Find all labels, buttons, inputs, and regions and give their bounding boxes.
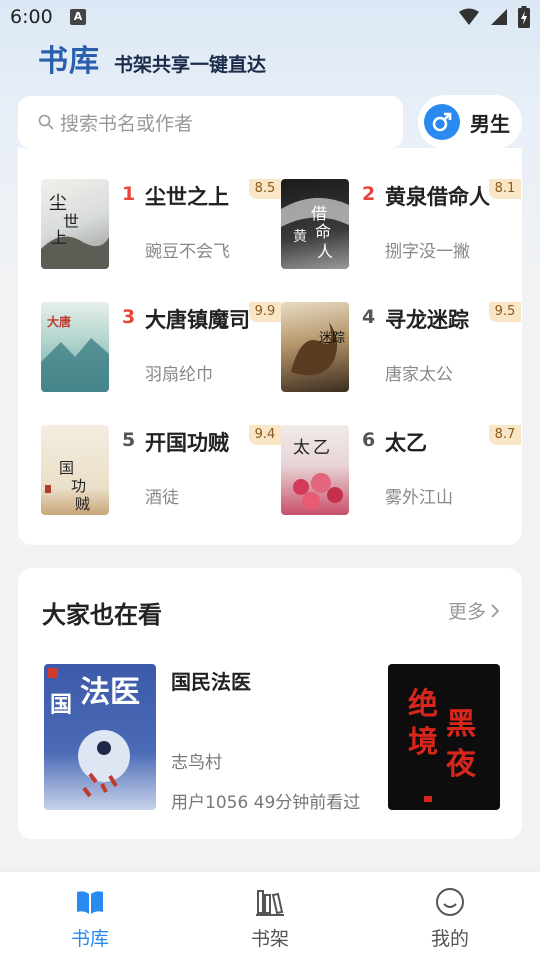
book-author: 唐家太公 xyxy=(385,365,453,385)
search-icon xyxy=(38,114,54,130)
male-symbol-icon xyxy=(424,104,460,140)
svg-text:借: 借 xyxy=(311,204,327,223)
rank-number: 5 xyxy=(122,429,136,451)
status-icons xyxy=(458,6,530,28)
score-badge: 8.7 xyxy=(489,425,521,445)
page-title: 书库 xyxy=(38,44,100,79)
also-reading-card: 大家也在看 更多 国法医 国民法医 志鸟村 用户1056 49分钟前看过 绝 黑… xyxy=(18,568,522,839)
svg-text:人: 人 xyxy=(317,242,333,261)
smiley-face-icon xyxy=(436,888,464,916)
book-author: 豌豆不会飞 xyxy=(145,242,230,262)
book-cover: 借命黄人 xyxy=(281,179,349,269)
rank-item-3[interactable]: 大唐 9.9 3 大唐镇魔司 羽扇纶巾 xyxy=(41,302,281,397)
book-title: 尘世之上 xyxy=(145,185,229,209)
ranking-card: 尘世上 8.5 1 尘世之上 豌豆不会飞 借命黄人 8.1 2 黄泉借命人 捌字… xyxy=(18,148,522,545)
rank-item-5[interactable]: 国功贼 9.4 5 开国功贼 酒徒 xyxy=(41,425,281,520)
svg-text:尘: 尘 xyxy=(49,193,67,214)
featured-book-meta: 用户1056 49分钟前看过 xyxy=(171,793,361,813)
side-book-cover-art: 绝 黑 境 夜 xyxy=(408,687,477,802)
rank-item-2[interactable]: 借命黄人 8.1 2 黄泉借命人 捌字没一撇 xyxy=(281,179,521,274)
book-cover: 大唐 xyxy=(41,302,109,392)
svg-text:夜: 夜 xyxy=(445,747,477,782)
rank-number: 6 xyxy=(362,429,376,451)
nav-label: 书库 xyxy=(70,928,109,950)
svg-text:绝: 绝 xyxy=(408,687,438,722)
nav-label: 我的 xyxy=(430,928,469,950)
nav-item-profile[interactable]: 我的 xyxy=(390,872,510,960)
featured-book-cover[interactable]: 国法医 xyxy=(44,664,156,810)
featured-book-author: 志鸟村 xyxy=(171,753,222,773)
book-author: 捌字没一撇 xyxy=(385,242,470,262)
bookshelf-icon xyxy=(256,890,284,916)
svg-text:乙: 乙 xyxy=(313,438,330,458)
book-cover: 迷踪 xyxy=(281,302,349,392)
book-title: 大唐镇魔司 xyxy=(145,308,250,332)
more-label: 更多 xyxy=(447,601,486,623)
score-badge: 9.9 xyxy=(249,302,281,322)
svg-text:国: 国 xyxy=(59,459,74,477)
rank-item-6[interactable]: 太乙 8.7 6 太乙 雾外江山 xyxy=(281,425,521,520)
book-cover: 太乙 xyxy=(281,425,349,515)
rank-item-4[interactable]: 迷踪 9.5 4 寻龙迷踪 唐家太公 xyxy=(281,302,521,397)
book-author: 雾外江山 xyxy=(385,488,453,508)
chevron-right-icon xyxy=(491,603,500,618)
svg-text:功: 功 xyxy=(71,477,86,495)
book-open-icon xyxy=(77,891,103,914)
featured-book-title[interactable]: 国民法医 xyxy=(171,666,251,695)
search-input[interactable]: 搜索书名或作者 xyxy=(18,96,403,148)
book-title: 开国功贼 xyxy=(145,431,229,455)
signal-icon xyxy=(491,9,507,25)
book-title: 黄泉借命人 xyxy=(385,185,490,209)
score-badge: 8.5 xyxy=(249,179,281,199)
score-badge: 8.1 xyxy=(489,179,521,199)
svg-text:国: 国 xyxy=(50,693,72,718)
wifi-icon xyxy=(459,8,479,25)
page-header: 书库 书架共享一键直达 xyxy=(38,36,266,80)
notification-a-icon: A xyxy=(70,9,86,25)
book-author: 酒徒 xyxy=(145,488,179,508)
rank-number: 3 xyxy=(122,306,136,328)
book-title: 寻龙迷踪 xyxy=(385,308,469,332)
gender-label: 男生 xyxy=(470,111,510,136)
rank-number: 4 xyxy=(362,306,376,328)
status-time: 6:00 xyxy=(10,6,53,28)
svg-text:大唐: 大唐 xyxy=(47,314,71,329)
section-title: 大家也在看 xyxy=(42,601,162,629)
book-author: 羽扇纶巾 xyxy=(145,365,213,385)
nav-item-library[interactable]: 书库 xyxy=(30,872,150,960)
rank-number: 1 xyxy=(122,183,136,205)
gender-toggle-button[interactable]: 男生 xyxy=(418,95,522,149)
battery-icon xyxy=(518,6,530,28)
nav-label: 书架 xyxy=(250,928,289,950)
book-cover: 国功贼 xyxy=(41,425,109,515)
svg-text:太: 太 xyxy=(293,438,310,458)
page-slogan: 书架共享一键直达 xyxy=(114,54,267,76)
book-cover: 尘世上 xyxy=(41,179,109,269)
svg-text:上: 上 xyxy=(51,228,67,247)
svg-text:黄: 黄 xyxy=(293,228,307,245)
svg-text:法医: 法医 xyxy=(80,675,140,710)
rank-number: 2 xyxy=(362,183,376,205)
score-badge: 9.5 xyxy=(489,302,521,322)
rank-item-1[interactable]: 尘世上 8.5 1 尘世之上 豌豆不会飞 xyxy=(41,179,281,274)
nav-item-bookshelf[interactable]: 书架 xyxy=(210,872,330,960)
score-badge: 9.4 xyxy=(249,425,281,445)
svg-text:贼: 贼 xyxy=(75,495,90,513)
search-placeholder: 搜索书名或作者 xyxy=(60,112,194,135)
svg-text:境: 境 xyxy=(408,725,438,760)
status-bar: 6:00 A xyxy=(0,0,540,36)
svg-text:黑: 黑 xyxy=(446,707,476,742)
side-book-cover[interactable]: 绝 黑 境 夜 xyxy=(388,664,500,810)
more-link[interactable]: 更多 xyxy=(448,597,500,624)
svg-text:迷踪: 迷踪 xyxy=(319,331,345,346)
book-title: 太乙 xyxy=(385,431,427,455)
bottom-nav: 书库 书架 我的 xyxy=(0,871,540,960)
svg-text:命: 命 xyxy=(315,222,331,241)
